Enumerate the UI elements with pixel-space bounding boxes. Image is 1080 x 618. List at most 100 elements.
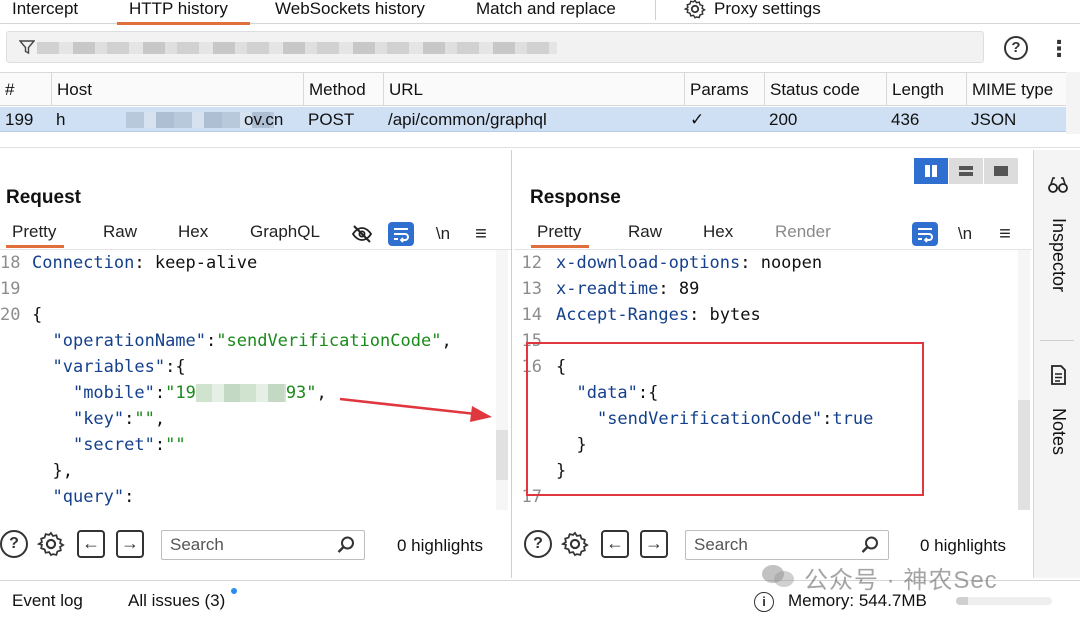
request-tab-pretty[interactable]: Pretty — [5, 222, 65, 248]
response-tab-hex[interactable]: Hex — [703, 222, 733, 242]
code-token: : — [154, 435, 166, 455]
code-text: "secret":"" — [32, 432, 186, 458]
host-suffix: ov.cn — [244, 110, 284, 129]
column-header-params[interactable]: Params — [684, 73, 764, 105]
line-number: 20 — [0, 305, 21, 325]
column-header-number[interactable]: # — [0, 73, 51, 105]
event-log-link[interactable]: Event log — [12, 591, 83, 611]
help-icon[interactable]: ? — [1004, 36, 1028, 60]
previous-arrow-icon[interactable]: ← — [601, 530, 629, 558]
memory-bar — [956, 597, 1052, 605]
code-token: , — [316, 383, 327, 403]
gear-icon[interactable] — [36, 530, 65, 558]
request-tab-raw[interactable]: Raw — [103, 222, 137, 242]
notes-icon[interactable] — [1047, 364, 1069, 386]
next-arrow-icon[interactable]: → — [640, 530, 668, 558]
table-header: # Host Method URL Params Status code Len… — [0, 72, 1066, 106]
tab-intercept[interactable]: Intercept — [12, 0, 78, 22]
inspector-icon[interactable] — [1047, 174, 1069, 196]
response-tab-pretty[interactable]: Pretty — [530, 222, 590, 248]
word-wrap-icon[interactable] — [912, 222, 938, 246]
help-icon[interactable]: ? — [0, 530, 28, 558]
code-token: : — [124, 487, 135, 507]
request-search-input[interactable] — [170, 534, 330, 556]
next-arrow-icon[interactable]: → — [116, 530, 144, 558]
column-header-method[interactable]: Method — [303, 73, 383, 105]
code-token: , — [441, 331, 452, 351]
gear-icon[interactable] — [560, 530, 589, 558]
column-header-mime-type[interactable]: MIME type — [966, 73, 1066, 105]
code-token: Accept-Ranges — [556, 305, 690, 325]
hide-eye-icon[interactable] — [349, 222, 375, 246]
side-panel-strip: Inspector Notes — [1033, 150, 1080, 578]
column-header-length[interactable]: Length — [886, 73, 966, 105]
notes-tab[interactable]: Notes — [1048, 408, 1069, 455]
newline-toggle-icon[interactable]: \n — [952, 222, 978, 246]
annotation-red-box — [526, 342, 924, 496]
code-token: : keep-alive — [134, 253, 258, 273]
wechat-logo-icon — [762, 565, 794, 587]
menu-icon[interactable]: ≡ — [468, 222, 494, 246]
filter-box[interactable] — [6, 31, 984, 63]
proxy-tabs: Intercept HTTP history WebSockets histor… — [0, 0, 1080, 25]
response-tab-raw[interactable]: Raw — [628, 222, 662, 242]
code-token: : 89 — [658, 279, 700, 299]
response-title: Response — [530, 187, 621, 208]
response-scrollbar[interactable] — [1018, 250, 1030, 510]
inspector-tab[interactable]: Inspector — [1048, 218, 1069, 292]
info-icon[interactable]: i — [754, 592, 774, 612]
filter-input[interactable] — [41, 34, 971, 60]
code-token: "variables" — [52, 357, 166, 377]
cell-method: POST — [308, 110, 355, 129]
layout-single-icon[interactable] — [984, 158, 1018, 184]
column-header-host[interactable]: Host — [51, 73, 303, 105]
watermark-text: 公众号 · 神农Sec — [804, 567, 998, 594]
tab-websockets-history[interactable]: WebSockets history — [275, 0, 425, 22]
column-header-url[interactable]: URL — [383, 73, 684, 105]
previous-arrow-icon[interactable]: ← — [77, 530, 105, 558]
code-line: }, — [0, 458, 511, 484]
code-token: : — [124, 409, 135, 429]
tab-http-history[interactable]: HTTP history — [117, 0, 250, 25]
code-line: "secret":"" — [0, 432, 511, 458]
cell-number: 199 — [5, 110, 34, 129]
layout-side-by-side-icon[interactable] — [914, 158, 948, 184]
response-search-input[interactable] — [694, 534, 854, 556]
code-text: "variables":{ — [32, 354, 185, 380]
request-tab-hex[interactable]: Hex — [178, 222, 208, 242]
filter-bar: ? ⋮ — [0, 25, 1080, 71]
column-header-status-code[interactable]: Status code — [764, 73, 886, 105]
line-number: 19 — [0, 279, 21, 299]
cell-mime-type: JSON — [971, 110, 1017, 129]
request-tab-graphql[interactable]: GraphQL — [250, 222, 320, 242]
code-token: x-readtime — [556, 279, 659, 299]
newline-toggle-icon[interactable]: \n — [430, 222, 456, 246]
request-search-field[interactable] — [161, 530, 365, 560]
help-icon[interactable]: ? — [524, 530, 552, 558]
response-tab-render[interactable]: Render — [775, 222, 831, 242]
code-text: }, — [32, 458, 72, 484]
code-token: "" — [165, 435, 186, 455]
response-search-field[interactable] — [685, 530, 889, 560]
table-row[interactable]: 199 h ov.cn POST /api/common/graphql ✓ 2… — [0, 107, 1066, 132]
request-code-editor[interactable]: 18 Connection: keep-alive 19 20 { "operation… — [0, 250, 511, 510]
menu-icon[interactable]: ≡ — [992, 222, 1018, 246]
word-wrap-icon[interactable] — [388, 222, 414, 246]
proxy-settings-label: Proxy settings — [714, 0, 821, 18]
line-number: 18 — [0, 253, 21, 273]
table-scrollbar[interactable] — [1066, 72, 1080, 134]
code-token: "" — [134, 409, 155, 429]
code-token: "operationName" — [52, 331, 207, 351]
layout-stacked-icon[interactable] — [949, 158, 983, 184]
request-scrollbar[interactable] — [496, 250, 508, 510]
all-issues-link[interactable]: All issues (3) — [128, 591, 225, 611]
response-highlights-count: 0 highlights — [920, 536, 1007, 555]
redacted-phone-digits — [195, 384, 286, 402]
tab-match-and-replace[interactable]: Match and replace — [476, 0, 616, 22]
more-options-icon[interactable]: ⋮ — [1048, 38, 1070, 60]
